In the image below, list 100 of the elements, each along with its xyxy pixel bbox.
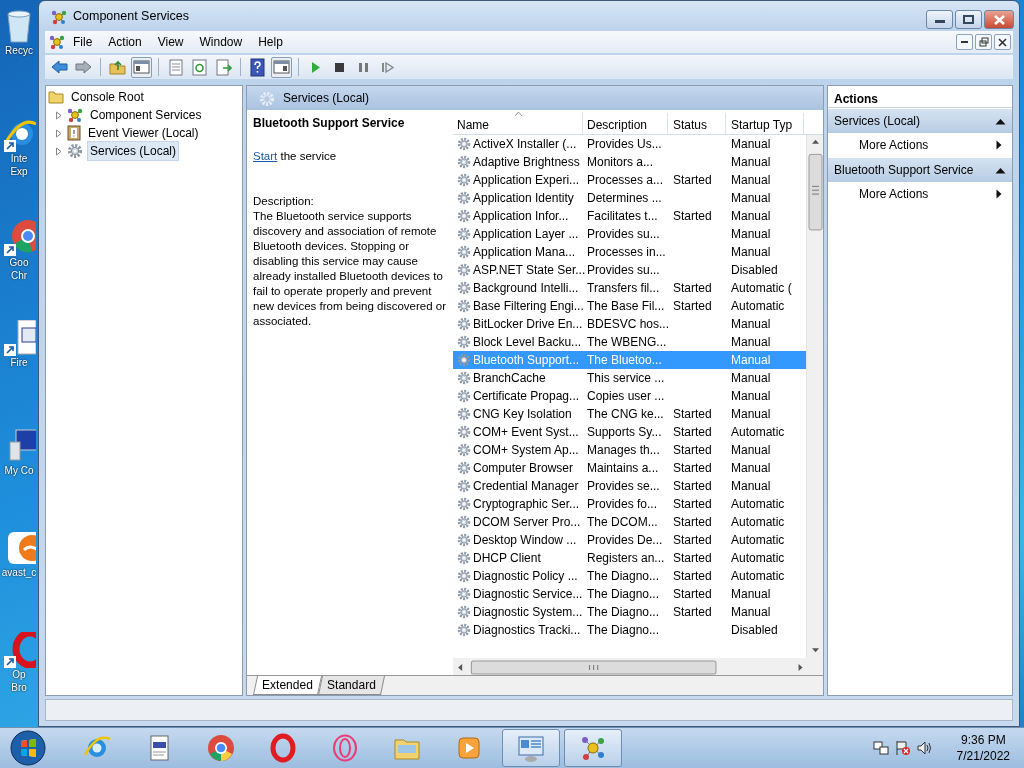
table-row[interactable]: Desktop Window ... Provides De... Started Automatic	[453, 531, 806, 549]
folder-icon[interactable]	[48, 90, 64, 104]
table-cell: Manual	[731, 353, 771, 367]
maximize-button[interactable]	[955, 10, 982, 29]
expander-icon[interactable]	[54, 146, 63, 156]
column-header[interactable]: Name	[453, 113, 583, 134]
table-row[interactable]: Block Level Backu... The WBENG... Manual	[453, 333, 806, 351]
table-row[interactable]: ASP.NET State Ser...Provides su... Disabled	[453, 261, 806, 279]
table-cell: Started	[673, 551, 712, 565]
table-row[interactable]: Cryptographic Ser... Provides fo... Started Automatic	[453, 495, 806, 513]
tree-item[interactable]: Services (Local)	[87, 141, 180, 161]
table-row[interactable]: Computer Browser Maintains a... Started Manual	[453, 459, 806, 477]
expander-icon[interactable]	[54, 128, 63, 138]
column-header[interactable]: Description	[583, 113, 668, 134]
taskbar-button[interactable]	[502, 729, 560, 767]
tree-toggle-button[interactable]	[131, 56, 152, 78]
expander-icon[interactable]	[54, 110, 63, 120]
app-menu-icon[interactable]	[49, 34, 65, 50]
desktop-icon-label[interactable]: Recyc	[5, 44, 33, 57]
start-link[interactable]: Start	[253, 150, 278, 162]
start-orb-icon[interactable]	[10, 730, 46, 766]
table-cell: Started	[673, 407, 712, 421]
table-row[interactable]: DCOM Server Pro... The DCOM... Started Automatic	[453, 513, 806, 531]
table-row[interactable]: Application Mana... Processes in... Manual	[453, 243, 806, 261]
ring-icon[interactable]	[2, 632, 36, 668]
clock[interactable]: 9:36 PM 7/21/2022	[956, 732, 1010, 764]
desktop-icon-label[interactable]: Fire	[10, 356, 28, 369]
table-row[interactable]: Certificate Propag... Copies user ... Manual	[453, 387, 806, 405]
table-cell: The CNG ke...	[587, 407, 664, 421]
shortcut-document-icon[interactable]	[2, 320, 36, 356]
horizontal-scrollbar[interactable]	[453, 658, 823, 675]
gear-icon[interactable]	[67, 143, 83, 159]
action-item[interactable]: More Actions	[828, 133, 1012, 157]
desktop-icon-label[interactable]: My Co	[4, 464, 34, 477]
table-cell: Manual	[731, 443, 771, 457]
table-row[interactable]: Diagnostic System... The Diagno... Started Manual	[453, 603, 806, 621]
vertical-scrollbar[interactable]	[806, 135, 823, 658]
minimize-button[interactable]	[926, 10, 953, 29]
desktop-icon-label[interactable]: Chr	[10, 269, 28, 282]
table-row[interactable]: BitLocker Drive En... BDESVC hos... Manual	[453, 315, 806, 333]
action-group-header[interactable]: Bluetooth Support Service	[828, 158, 1012, 182]
desktop-icon-label[interactable]: Exp	[10, 165, 28, 178]
menu-item[interactable]: Action	[100, 33, 150, 51]
action-item[interactable]: More Actions	[828, 182, 1012, 206]
table-row[interactable]: DHCP Client Registers an... Started Automatic	[453, 549, 806, 567]
desktop-icon-label[interactable]: Inte	[10, 152, 28, 165]
table-row[interactable]: ActiveX Installer (... Provides Us... Manual	[453, 135, 806, 153]
table-cell: The Diagno...	[587, 623, 660, 637]
desktop-icon-label[interactable]: Goo	[9, 256, 29, 269]
view-tab[interactable]: Standard	[317, 676, 385, 695]
gear-icon	[457, 281, 471, 295]
tree-item[interactable]: Component Services	[87, 105, 205, 125]
nodes-icon[interactable]	[67, 107, 83, 123]
table-row[interactable]: Background Intelli... Transfers fil... Started Automatic (	[453, 279, 806, 297]
table-cell-text: Application Mana...	[473, 244, 576, 261]
minimize-button[interactable]	[956, 34, 973, 50]
help-button[interactable]	[247, 56, 268, 78]
gear-icon	[457, 191, 471, 205]
speaker-icon[interactable]	[916, 740, 933, 756]
menu-item[interactable]: File	[65, 33, 101, 51]
column-header[interactable]: Status	[668, 113, 726, 134]
table-row[interactable]: Application Experi... Processes a... Started Manual	[453, 171, 806, 189]
table-row[interactable]: Application Infor... Facilitates t... Started Manual	[453, 207, 806, 225]
export-button[interactable]	[213, 56, 234, 78]
menu-item[interactable]: Help	[250, 33, 291, 51]
taskbar-button[interactable]	[564, 729, 622, 767]
table-row[interactable]: BranchCache This service ... Manual	[453, 369, 806, 387]
collapse-arrow-icon[interactable]	[995, 117, 1006, 125]
tree-item[interactable]: Event Viewer (Local)	[85, 123, 202, 143]
table-cell: Started	[673, 281, 712, 295]
gear-icon	[457, 461, 471, 475]
action-group-header[interactable]: Services (Local)	[828, 109, 1012, 133]
flag-icon[interactable]	[894, 740, 911, 756]
tree-item[interactable]: Console Root	[68, 87, 147, 107]
network-icon[interactable]	[872, 740, 889, 756]
refresh-button[interactable]	[189, 56, 210, 78]
event-log-icon[interactable]	[67, 125, 81, 141]
table-row[interactable]: CNG Key Isolation The CNG ke... Started Manual	[453, 405, 806, 423]
view-tab[interactable]: Extended	[253, 676, 322, 695]
collapse-arrow-icon[interactable]	[995, 166, 1006, 174]
table-row[interactable]: Diagnostic Policy ... The Diagno... Started Automatic	[453, 567, 806, 585]
table-row[interactable]: COM+ System Ap... Manages th... Started Manual	[453, 441, 806, 459]
table-row[interactable]: COM+ Event Syst... Supports Sy... Started Automatic	[453, 423, 806, 441]
properties-pane-button[interactable]	[271, 56, 292, 78]
menu-item[interactable]: Window	[191, 33, 251, 51]
column-header[interactable]: Startup Typ	[726, 113, 804, 134]
gear-icon	[457, 317, 471, 331]
table-row[interactable]: Application Layer ... Provides su... Manual	[453, 225, 806, 243]
table-row[interactable]: Application Identity Determines ... Manual	[453, 189, 806, 207]
table-cell: Started	[673, 479, 712, 493]
table-row[interactable]: Credential Manager Provides se... Started Manual	[453, 477, 806, 495]
table-row[interactable]: Diagnostics Tracki... The Diagno... Disabled	[453, 621, 806, 639]
restore-button[interactable]	[975, 34, 992, 50]
close-button[interactable]	[994, 34, 1011, 50]
table-row[interactable]: Diagnostic Service... The Diagno... Started Manual	[453, 585, 806, 603]
table-cell: Automatic	[731, 497, 785, 511]
table-cell: Started	[673, 569, 712, 583]
table-row[interactable]: Adaptive Brightness Monitors a... Manual	[453, 153, 806, 171]
menu-item[interactable]: View	[149, 33, 192, 51]
table-row[interactable]: Base Filtering Engi... The Base Fil... Started Automatic	[453, 297, 806, 315]
